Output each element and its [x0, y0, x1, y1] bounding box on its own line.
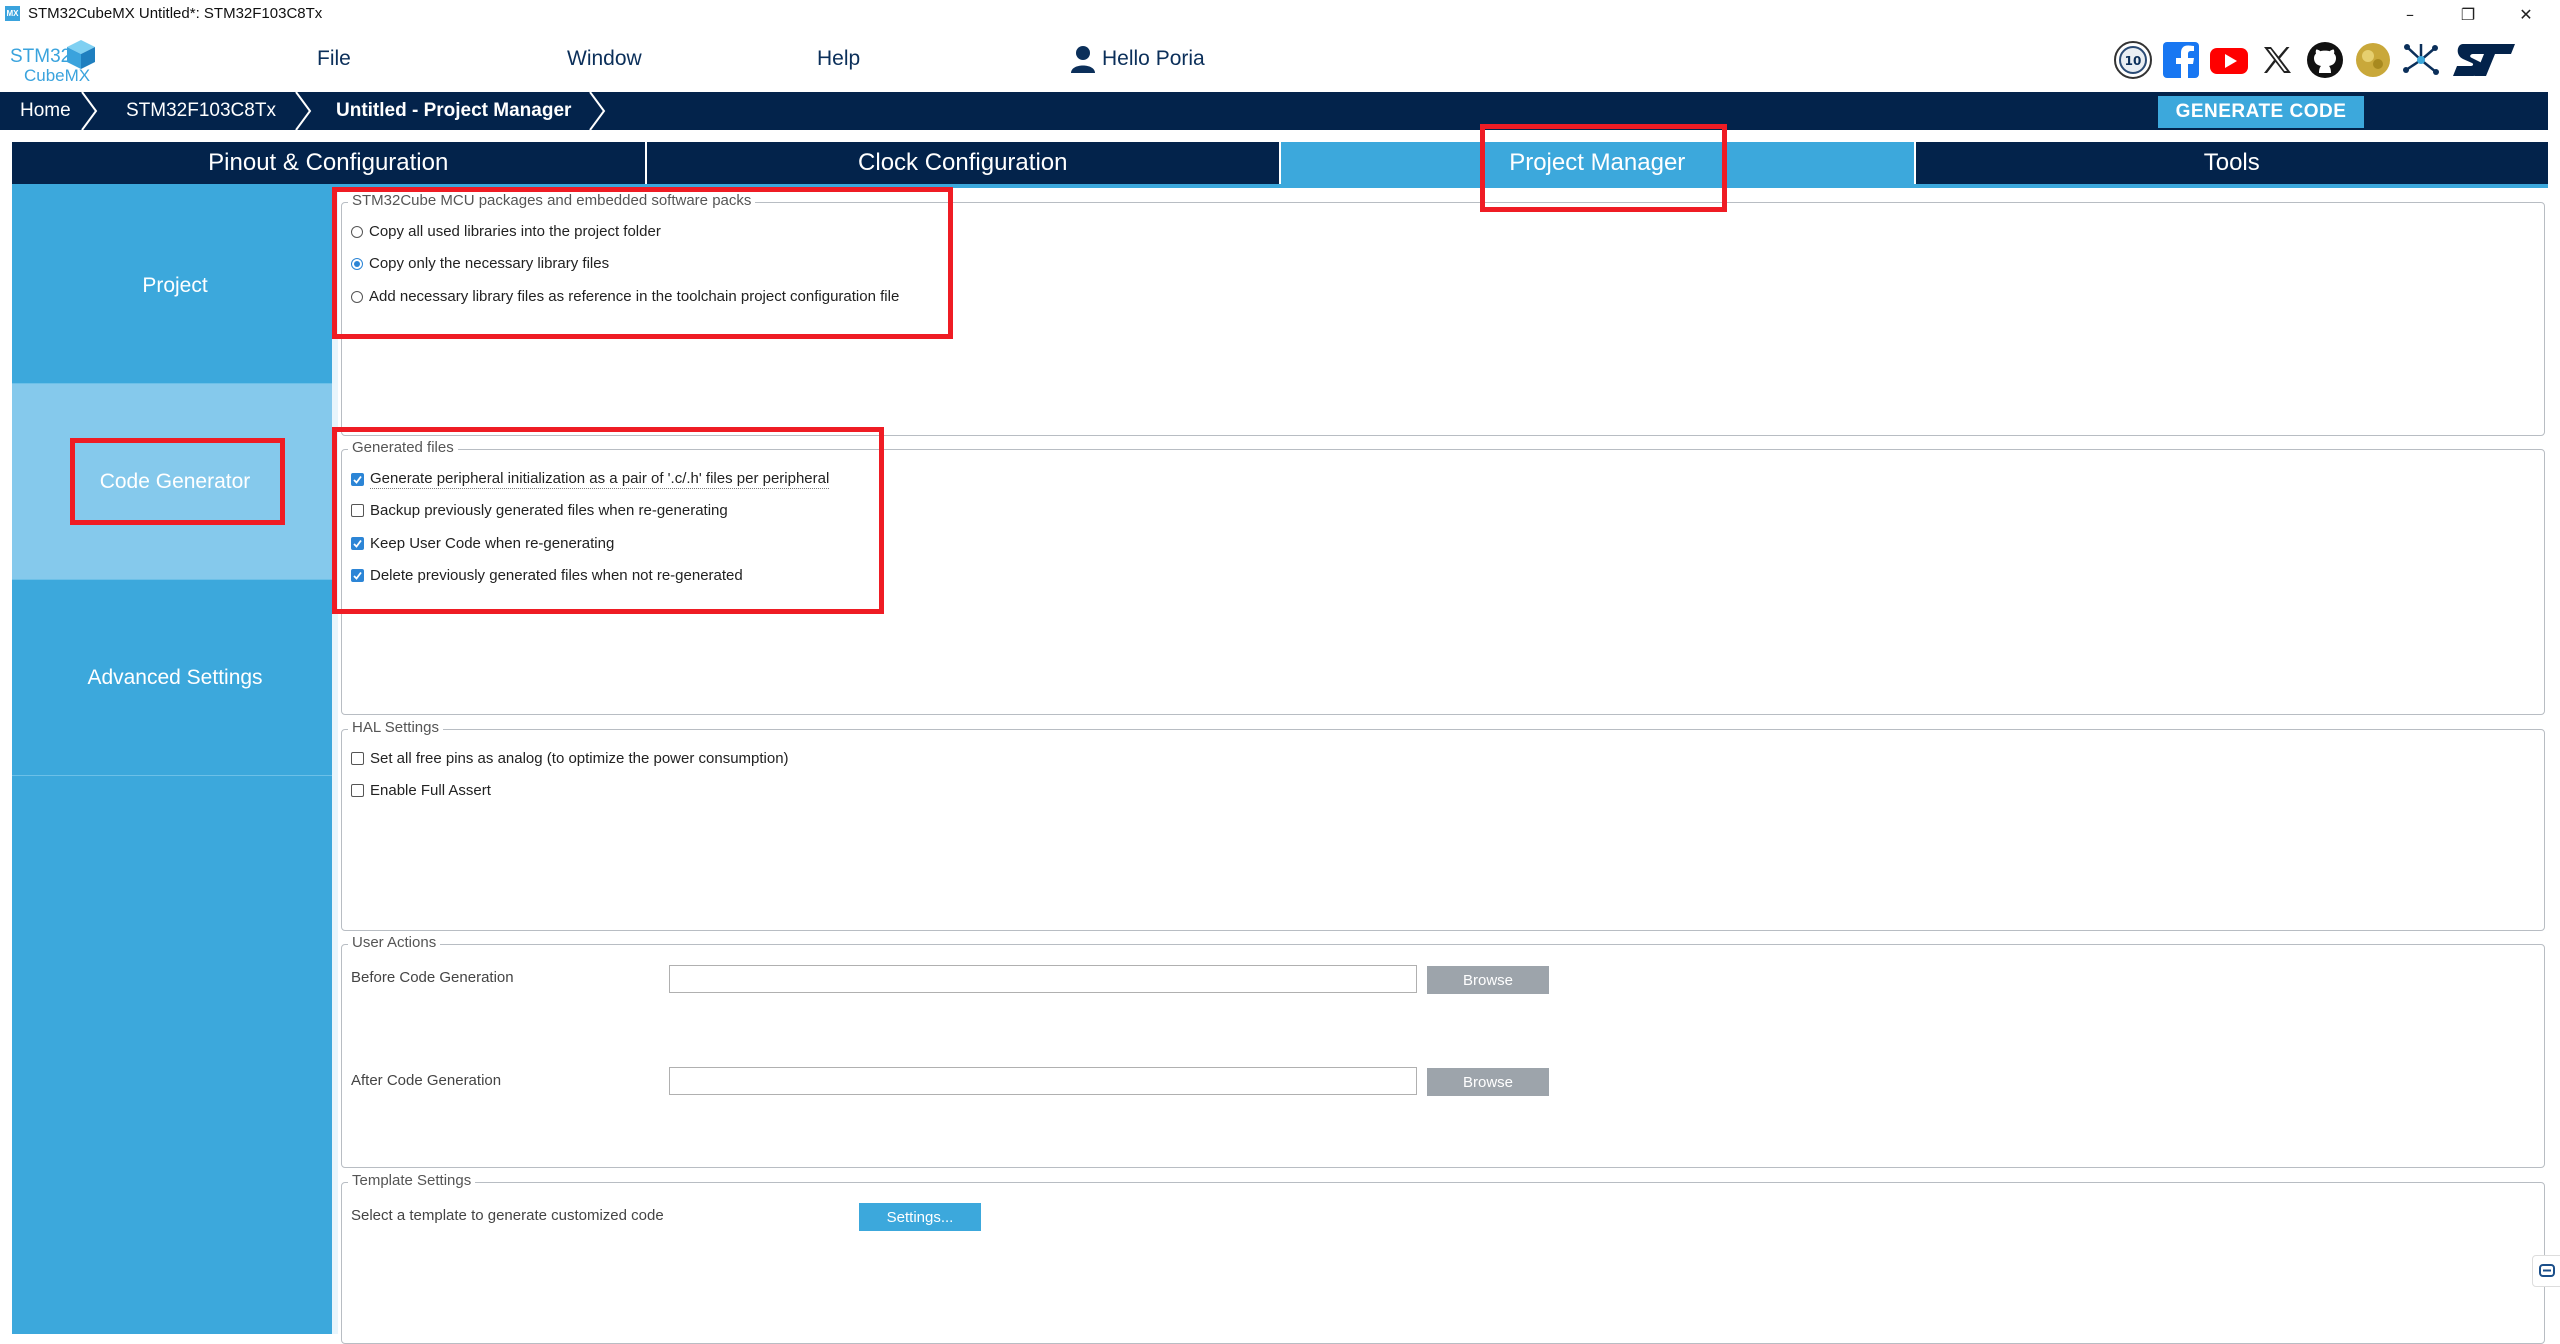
checkbox-keep-user-code[interactable]: Keep User Code when re-generating — [351, 535, 614, 552]
minimize-button[interactable]: – — [2382, 0, 2438, 28]
generate-code-button[interactable]: GENERATE CODE — [2158, 96, 2364, 128]
window-title: STM32CubeMX Untitled*: STM32F103C8Tx — [28, 5, 323, 22]
chat-icon — [2539, 1264, 2555, 1277]
generated-files-group: Generated files Generate peripheral init… — [341, 439, 2545, 715]
user-actions-group: User Actions Before Code Generation Brow… — [341, 934, 2545, 1168]
youtube-icon[interactable] — [2208, 39, 2250, 81]
radio-indicator[interactable] — [351, 257, 363, 270]
tab-clock-configuration[interactable]: Clock Configuration — [646, 142, 1281, 184]
nav-advanced-settings[interactable]: Advanced Settings — [12, 580, 338, 776]
logo-line1: STM32 — [10, 46, 72, 67]
nav-divider — [332, 188, 338, 1334]
after-generation-browse-button[interactable]: Browse — [1427, 1068, 1549, 1096]
checkbox-label: Keep User Code when re-generating — [370, 535, 615, 552]
checkbox-indicator[interactable] — [351, 569, 364, 582]
tab-project-manager[interactable]: Project Manager — [1281, 142, 1916, 184]
radio-indicator[interactable] — [351, 225, 363, 238]
network-icon[interactable] — [2400, 39, 2442, 81]
maximize-button[interactable]: ❐ — [2440, 0, 2496, 28]
user-account[interactable]: Hello Poria — [1070, 45, 1205, 73]
anniversary-10-icon[interactable]: 10 — [2112, 39, 2154, 81]
app-icon: MX — [5, 6, 20, 21]
checkbox-label: Generate peripheral initialization as a … — [370, 470, 830, 489]
packages-group: STM32Cube MCU packages and embedded soft… — [341, 192, 2545, 436]
tabs-underline — [12, 184, 2548, 188]
radio-copy-all-libraries[interactable]: Copy all used libraries into the project… — [351, 223, 661, 240]
checkbox-delete-previous-files[interactable]: Delete previously generated files when n… — [351, 567, 743, 584]
packages-group-title: STM32Cube MCU packages and embedded soft… — [348, 192, 756, 209]
checkbox-indicator[interactable] — [351, 752, 364, 765]
hal-settings-group: HAL Settings Set all free pins as analog… — [341, 719, 2545, 931]
checkbox-backup-files[interactable]: Backup previously generated files when r… — [351, 502, 728, 519]
check-icon — [353, 571, 362, 580]
generated-files-group-title: Generated files — [348, 439, 458, 456]
checkbox-indicator[interactable] — [351, 784, 364, 797]
checkbox-generate-peripheral-pair[interactable]: Generate peripheral initialization as a … — [351, 470, 830, 489]
menu-window[interactable]: Window — [567, 47, 642, 71]
checkbox-enable-full-assert[interactable]: Enable Full Assert — [351, 782, 491, 799]
user-icon — [1071, 46, 1095, 73]
facebook-icon[interactable] — [2160, 39, 2202, 81]
community-icon[interactable] — [2352, 39, 2394, 81]
nav-project[interactable]: Project — [12, 188, 338, 384]
chevron-right-icon — [81, 92, 98, 130]
radio-label: Add necessary library files as reference… — [369, 288, 900, 305]
chevron-right-icon — [295, 92, 312, 130]
menu-file[interactable]: File — [317, 47, 351, 71]
github-icon[interactable] — [2304, 39, 2346, 81]
before-generation-input[interactable] — [669, 965, 1417, 993]
checkbox-free-pins-analog[interactable]: Set all free pins as analog (to optimize… — [351, 750, 789, 767]
radio-label: Copy only the necessary library files — [369, 255, 610, 272]
before-generation-label: Before Code Generation — [351, 969, 514, 986]
radio-copy-necessary-files[interactable]: Copy only the necessary library files — [351, 255, 609, 272]
breadcrumb-current[interactable]: Untitled - Project Manager — [336, 92, 571, 130]
main-tabs: Pinout & Configuration Clock Configurati… — [12, 142, 2548, 184]
checkbox-indicator[interactable] — [351, 504, 364, 517]
checkbox-label: Delete previously generated files when n… — [370, 567, 743, 584]
template-settings-group: Template Settings Select a template to g… — [341, 1172, 2545, 1344]
radio-label: Copy all used libraries into the project… — [369, 223, 661, 240]
template-label: Select a template to generate customized… — [351, 1207, 664, 1224]
template-settings-button[interactable]: Settings... — [859, 1203, 981, 1231]
checkbox-label: Enable Full Assert — [370, 782, 491, 799]
cube-icon — [67, 40, 95, 69]
left-navigation: Project Code Generator Advanced Settings — [12, 188, 338, 1334]
st-logo-icon[interactable] — [2448, 39, 2518, 81]
radio-add-as-reference[interactable]: Add necessary library files as reference… — [351, 288, 899, 305]
user-actions-group-title: User Actions — [348, 934, 441, 951]
menu-bar: STM32 CubeMX File Window Help Hello Pori… — [0, 28, 2560, 92]
x-icon[interactable] — [2256, 39, 2298, 81]
check-icon — [353, 539, 362, 548]
after-generation-label: After Code Generation — [351, 1072, 502, 1089]
breadcrumb-home[interactable]: Home — [20, 92, 71, 130]
tab-tools[interactable]: Tools — [1915, 142, 2548, 184]
after-generation-input[interactable] — [669, 1067, 1417, 1095]
menu-help[interactable]: Help — [817, 47, 860, 71]
checkbox-indicator[interactable] — [351, 473, 364, 486]
user-greeting: Hello Poria — [1102, 47, 1205, 70]
checkbox-indicator[interactable] — [351, 537, 364, 550]
stm32cubemx-logo: STM32 CubeMX — [10, 38, 110, 86]
before-generation-browse-button[interactable]: Browse — [1427, 966, 1549, 994]
social-links: 10 — [2106, 38, 2518, 82]
radio-indicator[interactable] — [351, 290, 363, 303]
tab-pinout-configuration[interactable]: Pinout & Configuration — [12, 142, 647, 184]
template-settings-group-title: Template Settings — [348, 1172, 476, 1189]
check-icon — [353, 475, 362, 484]
breadcrumb-device[interactable]: STM32F103C8Tx — [126, 92, 276, 130]
scrollbar[interactable] — [2548, 92, 2560, 1334]
title-bar: MX STM32CubeMX Untitled*: STM32F103C8Tx … — [0, 0, 2560, 28]
side-panel-toggle[interactable] — [2532, 1255, 2560, 1287]
close-button[interactable]: ✕ — [2498, 0, 2554, 28]
hal-settings-group-title: HAL Settings — [348, 719, 443, 736]
checkbox-label: Set all free pins as analog (to optimize… — [370, 750, 789, 767]
nav-code-generator[interactable]: Code Generator — [12, 384, 338, 580]
checkbox-label: Backup previously generated files when r… — [370, 502, 728, 519]
chevron-right-icon — [589, 92, 606, 130]
svg-text:10: 10 — [2125, 54, 2142, 68]
